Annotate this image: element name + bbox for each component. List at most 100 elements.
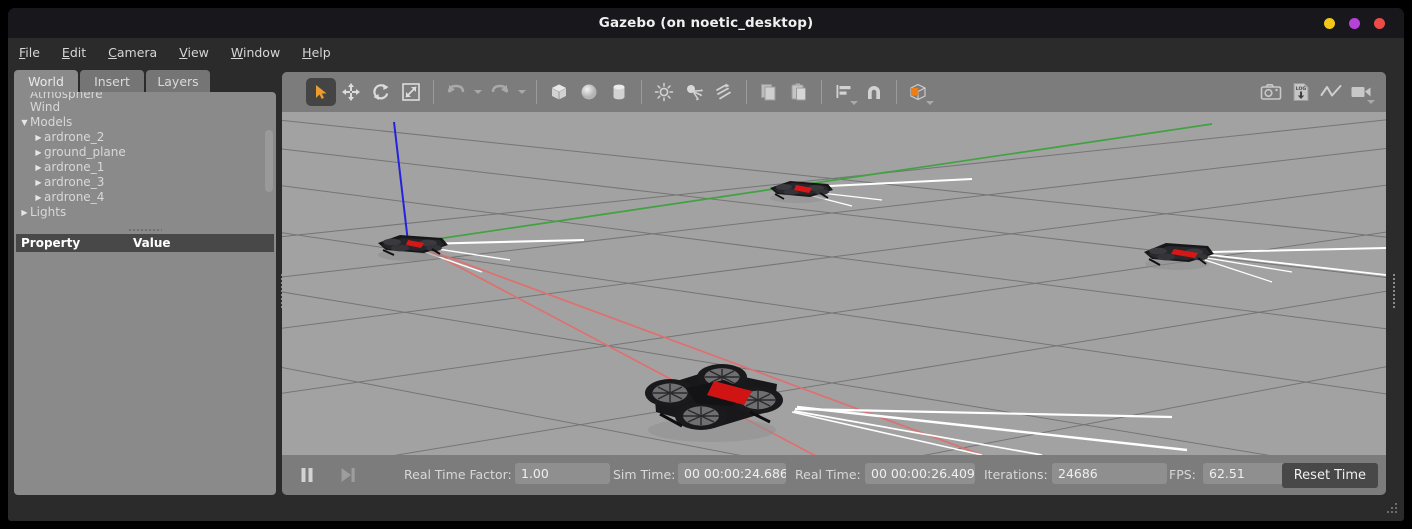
field-real-time-factor: 1.00	[515, 463, 610, 484]
screenshot-button[interactable]	[1256, 78, 1286, 106]
copy-icon	[761, 84, 776, 101]
camera-icon	[1260, 84, 1282, 100]
tree-item-atmosphere[interactable]: Atmosphere	[14, 92, 276, 100]
chevron-right-icon[interactable]: ▶	[33, 175, 44, 190]
menu-camera[interactable]: Camera	[97, 38, 168, 68]
tree-item-ardrone-3[interactable]: ▶ ardrone_3	[14, 175, 276, 190]
magnet-icon	[868, 86, 880, 99]
insert-box-button[interactable]	[544, 78, 574, 106]
3d-viewport[interactable]	[282, 112, 1386, 455]
chevron-down-icon[interactable]: ▼	[19, 115, 30, 130]
toolbar-separator	[821, 80, 822, 104]
log-download-icon: LOG	[1293, 83, 1309, 101]
maximize-button[interactable]	[1349, 18, 1360, 29]
select-mode-button[interactable]	[306, 78, 336, 106]
chevron-right-icon[interactable]: ▶	[19, 205, 30, 220]
insert-cylinder-button[interactable]	[604, 78, 634, 106]
tree-item-lights[interactable]: ▶ Lights	[14, 205, 276, 220]
menu-file[interactable]: File	[8, 38, 51, 68]
tree-scrollbar[interactable]	[265, 130, 273, 192]
chevron-right-icon[interactable]: ▶	[33, 130, 44, 145]
menu-help[interactable]: Help	[291, 38, 342, 68]
label-fps: FPS:	[1169, 467, 1196, 482]
redo-dropdown-arrow[interactable]	[515, 78, 529, 106]
tree-item-models[interactable]: ▼ Models	[14, 115, 276, 130]
directional-light-button[interactable]	[709, 78, 739, 106]
video-record-button[interactable]	[1346, 78, 1376, 106]
menu-window[interactable]: Window	[220, 38, 291, 68]
scale-icon	[402, 83, 420, 101]
pause-button[interactable]	[296, 465, 318, 485]
tree-item-ardrone-4[interactable]: ▶ ardrone_4	[14, 190, 276, 205]
snap-button[interactable]	[859, 78, 889, 106]
cylinder-icon	[613, 84, 625, 100]
status-bar: Real Time Factor: 1.00 Sim Time: 00 00:0…	[282, 455, 1386, 495]
label-real-time: Real Time:	[795, 467, 861, 482]
tab-world[interactable]: World	[14, 70, 78, 94]
field-sim-time: 00 00:00:24.686	[678, 463, 786, 484]
video-dropdown-arrow[interactable]	[1367, 100, 1375, 104]
undo-button[interactable]	[441, 78, 471, 106]
tree-item-ardrone-2[interactable]: ▶ ardrone_2	[14, 130, 276, 145]
align-icon	[836, 85, 851, 98]
rotate-icon	[373, 84, 389, 100]
tab-insert[interactable]: Insert	[80, 70, 144, 94]
orange-cube-icon	[910, 83, 926, 101]
field-iterations: 24686	[1052, 463, 1167, 484]
undo-arrow-icon	[447, 84, 465, 93]
plot-window-button[interactable]	[1316, 78, 1346, 106]
title-bar: Gazebo (on noetic_desktop)	[8, 8, 1404, 38]
step-forward-icon	[341, 468, 355, 482]
plot-line-icon	[1320, 85, 1342, 97]
tree-item-wind[interactable]: Wind	[14, 100, 276, 115]
undo-dropdown-arrow[interactable]	[471, 78, 485, 106]
log-data-button[interactable]: LOG	[1286, 78, 1316, 106]
panel-splitter-handle[interactable]	[128, 228, 162, 233]
label-sim-time: Sim Time:	[613, 467, 676, 482]
point-light-button[interactable]	[649, 78, 679, 106]
svg-text:LOG: LOG	[1296, 86, 1307, 92]
redo-button[interactable]	[485, 78, 515, 106]
insert-sphere-button[interactable]	[574, 78, 604, 106]
spot-light-button[interactable]	[679, 78, 709, 106]
directional-light-icon	[716, 83, 731, 100]
property-table-header: Property Value	[16, 234, 274, 252]
tab-layers[interactable]: Layers	[146, 70, 210, 94]
align-dropdown-arrow[interactable]	[850, 101, 858, 105]
field-real-time: 00 00:00:26.409	[865, 463, 975, 484]
chevron-right-icon[interactable]: ▶	[33, 190, 44, 205]
right-splitter-handle[interactable]	[1390, 273, 1398, 309]
reset-time-button[interactable]: Reset Time	[1281, 463, 1378, 488]
copy-button[interactable]	[754, 78, 784, 106]
close-button[interactable]	[1374, 18, 1385, 29]
toolbar-separator	[641, 80, 642, 104]
chevron-right-icon[interactable]: ▶	[33, 145, 44, 160]
translate-mode-button[interactable]	[336, 78, 366, 106]
drone-model-origin	[378, 235, 448, 261]
world-tree[interactable]: Atmosphere Wind ▼ Models ▶ ardrone_2 ▶ grou…	[14, 92, 276, 228]
tree-item-ardrone-1[interactable]: ▶ ardrone_1	[14, 160, 276, 175]
chevron-right-icon[interactable]: ▶	[33, 160, 44, 175]
rotate-mode-button[interactable]	[366, 78, 396, 106]
arrow-cursor-icon	[316, 85, 327, 99]
resize-grip[interactable]	[1385, 503, 1398, 516]
step-button[interactable]	[336, 465, 358, 485]
spot-light-icon	[687, 85, 703, 101]
box-icon	[551, 84, 567, 100]
align-button[interactable]	[829, 78, 859, 106]
label-iterations: Iterations:	[984, 467, 1048, 482]
menu-view[interactable]: View	[168, 38, 220, 68]
minimize-button[interactable]	[1324, 18, 1335, 29]
move-arrows-icon	[342, 83, 360, 101]
pause-icon	[301, 468, 313, 482]
window-title: Gazebo (on noetic_desktop)	[598, 15, 814, 31]
paste-button[interactable]	[784, 78, 814, 106]
view-mode-dropdown-arrow[interactable]	[926, 101, 934, 105]
tree-item-ground-plane[interactable]: ▶ ground_plane	[14, 145, 276, 160]
menu-edit[interactable]: Edit	[51, 38, 97, 68]
scale-mode-button[interactable]	[396, 78, 426, 106]
column-header-property: Property	[21, 236, 81, 250]
render-area: LOG Real Time Factor: 1.00 Sim Time: 00 …	[282, 72, 1386, 495]
view-mode-button[interactable]	[904, 78, 934, 106]
toolbar-separator	[746, 80, 747, 104]
